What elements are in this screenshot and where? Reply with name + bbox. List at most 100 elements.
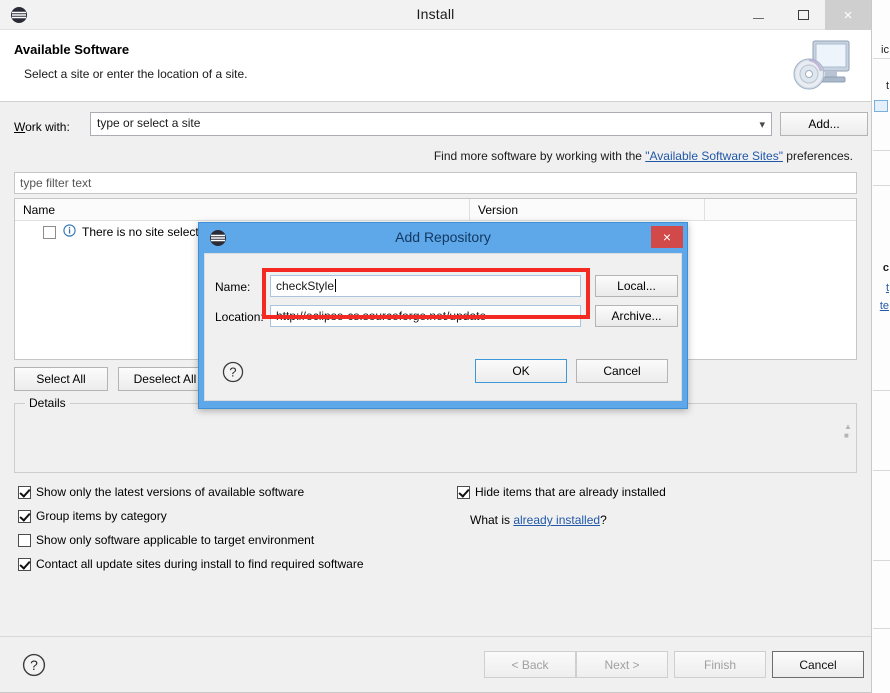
add-button-label: Add... xyxy=(808,117,839,131)
back-button[interactable]: < Back xyxy=(484,651,576,678)
work-with-label: Work with: xyxy=(14,120,70,134)
option-group-by-category[interactable]: Group items by category xyxy=(18,509,167,523)
maximize-icon xyxy=(798,10,809,20)
text-caret xyxy=(335,279,336,292)
location-input-value: http://eclipse-cs.sourceforge.net/update xyxy=(276,309,486,323)
monitor-cd-icon xyxy=(789,33,855,99)
find-more-suffix: preferences. xyxy=(783,149,853,163)
repository-form: Name: checkStyle Location: http://eclips… xyxy=(205,254,681,342)
modal-footer: ? OK Cancel xyxy=(205,348,681,400)
work-with-placeholder: type or select a site xyxy=(97,116,200,130)
find-more-prefix: Find more software by working with the xyxy=(434,149,645,163)
wizard-banner: Available Software Select a site or ente… xyxy=(0,30,871,102)
checkbox-latest-versions[interactable] xyxy=(18,486,31,499)
chevron-down-icon: ▾ xyxy=(759,118,765,131)
window-titlebar: Install × xyxy=(0,0,871,30)
resize-grip-icon[interactable]: ▲■ xyxy=(844,422,853,444)
bg-text-fragment: c xyxy=(883,262,889,274)
details-group: Details ▲■ xyxy=(14,403,857,473)
column-header-extra[interactable] xyxy=(705,199,856,221)
back-button-label: < Back xyxy=(511,658,548,672)
location-input[interactable]: http://eclipse-cs.sourceforge.net/update xyxy=(270,305,581,327)
find-more-software-text: Find more software by working with the "… xyxy=(14,149,857,163)
modal-body: Name: checkStyle Location: http://eclips… xyxy=(204,253,682,401)
row-name-label: There is no site selected xyxy=(82,225,212,239)
bg-text-fragment: ic xyxy=(881,44,889,56)
archive-button-label: Archive... xyxy=(611,309,661,323)
name-input-value: checkStyle xyxy=(276,279,334,293)
close-icon: × xyxy=(663,229,671,245)
local-button-label: Local... xyxy=(617,279,656,293)
ok-button[interactable]: OK xyxy=(475,359,567,383)
help-icon[interactable]: ? xyxy=(22,653,46,680)
option-latest-versions-label: Show only the latest versions of availab… xyxy=(36,485,304,499)
what-is-suffix: ? xyxy=(600,513,607,527)
select-all-label: Select All xyxy=(36,372,85,386)
archive-button[interactable]: Archive... xyxy=(595,305,678,327)
option-target-environment-label: Show only software applicable to target … xyxy=(36,533,314,547)
table-header-row: Name Version xyxy=(15,199,856,221)
cancel-button[interactable]: Cancel xyxy=(772,651,864,678)
options-section: Show only the latest versions of availab… xyxy=(14,485,857,585)
name-label: Name: xyxy=(215,280,250,294)
work-with-mnemonic: W xyxy=(14,120,25,134)
details-legend: Details xyxy=(25,396,70,410)
location-label: Location: xyxy=(215,310,264,324)
info-icon xyxy=(63,224,76,240)
modal-cancel-button-label: Cancel xyxy=(603,364,640,378)
work-with-label-text: ork with: xyxy=(25,120,70,134)
option-latest-versions[interactable]: Show only the latest versions of availab… xyxy=(18,485,304,499)
background-app-strip: ic t c t te xyxy=(872,0,890,693)
modal-cancel-button[interactable]: Cancel xyxy=(576,359,668,383)
add-repository-dialog: Add Repository × Name: checkStyle Locati… xyxy=(198,222,688,409)
work-with-combobox[interactable]: type or select a site ▾ xyxy=(90,112,772,136)
wizard-footer: ? < Back Next > Finish Cancel xyxy=(0,636,871,692)
option-hide-installed[interactable]: Hide items that are already installed xyxy=(457,485,666,499)
add-button[interactable]: Add... xyxy=(780,112,868,136)
minimize-icon xyxy=(753,18,764,19)
help-icon[interactable]: ? xyxy=(222,361,244,386)
deselect-all-label: Deselect All xyxy=(134,372,197,386)
what-is-already-installed: What is already installed? xyxy=(470,513,607,527)
work-with-row: Work with: type or select a site ▾ Add..… xyxy=(14,112,857,144)
available-software-sites-link[interactable]: "Available Software Sites" xyxy=(645,149,783,163)
checkbox-target-environment[interactable] xyxy=(18,534,31,547)
option-contact-update-sites-label: Contact all update sites during install … xyxy=(36,557,364,571)
name-input[interactable]: checkStyle xyxy=(270,275,581,297)
option-target-environment[interactable]: Show only software applicable to target … xyxy=(18,533,314,547)
column-header-version[interactable]: Version xyxy=(470,199,705,221)
bg-text-fragment: te xyxy=(880,300,889,312)
local-button[interactable]: Local... xyxy=(595,275,678,297)
option-contact-update-sites[interactable]: Contact all update sites during install … xyxy=(18,557,364,571)
minimize-button[interactable] xyxy=(736,0,781,30)
maximize-button[interactable] xyxy=(781,0,826,30)
option-group-by-category-label: Group items by category xyxy=(36,509,167,523)
option-hide-installed-label: Hide items that are already installed xyxy=(475,485,666,499)
modal-title: Add Repository xyxy=(199,229,687,245)
modal-close-button[interactable]: × xyxy=(651,226,683,248)
ok-button-label: OK xyxy=(512,364,529,378)
column-header-name[interactable]: Name xyxy=(15,199,470,221)
select-all-button[interactable]: Select All xyxy=(14,367,108,391)
bg-text-fragment: t xyxy=(886,282,889,294)
checkbox-contact-update-sites[interactable] xyxy=(18,558,31,571)
checkbox-group-by-category[interactable] xyxy=(18,510,31,523)
modal-titlebar: Add Repository × xyxy=(199,223,687,253)
bg-selected-item xyxy=(874,100,888,112)
finish-button-label: Finish xyxy=(704,658,736,672)
finish-button[interactable]: Finish xyxy=(674,651,766,678)
close-icon: × xyxy=(844,7,853,24)
already-installed-link[interactable]: already installed xyxy=(513,513,600,527)
filter-input[interactable]: type filter text xyxy=(14,172,857,194)
cancel-button-label: Cancel xyxy=(799,658,836,672)
what-is-prefix: What is xyxy=(470,513,513,527)
svg-text:?: ? xyxy=(229,365,236,380)
checkbox-hide-installed[interactable] xyxy=(457,486,470,499)
svg-text:?: ? xyxy=(30,657,38,673)
page-title: Available Software xyxy=(14,42,129,57)
next-button-label: Next > xyxy=(604,658,639,672)
page-subtitle: Select a site or enter the location of a… xyxy=(24,67,247,81)
next-button[interactable]: Next > xyxy=(576,651,668,678)
row-checkbox[interactable] xyxy=(43,226,56,239)
close-button[interactable]: × xyxy=(825,0,871,30)
